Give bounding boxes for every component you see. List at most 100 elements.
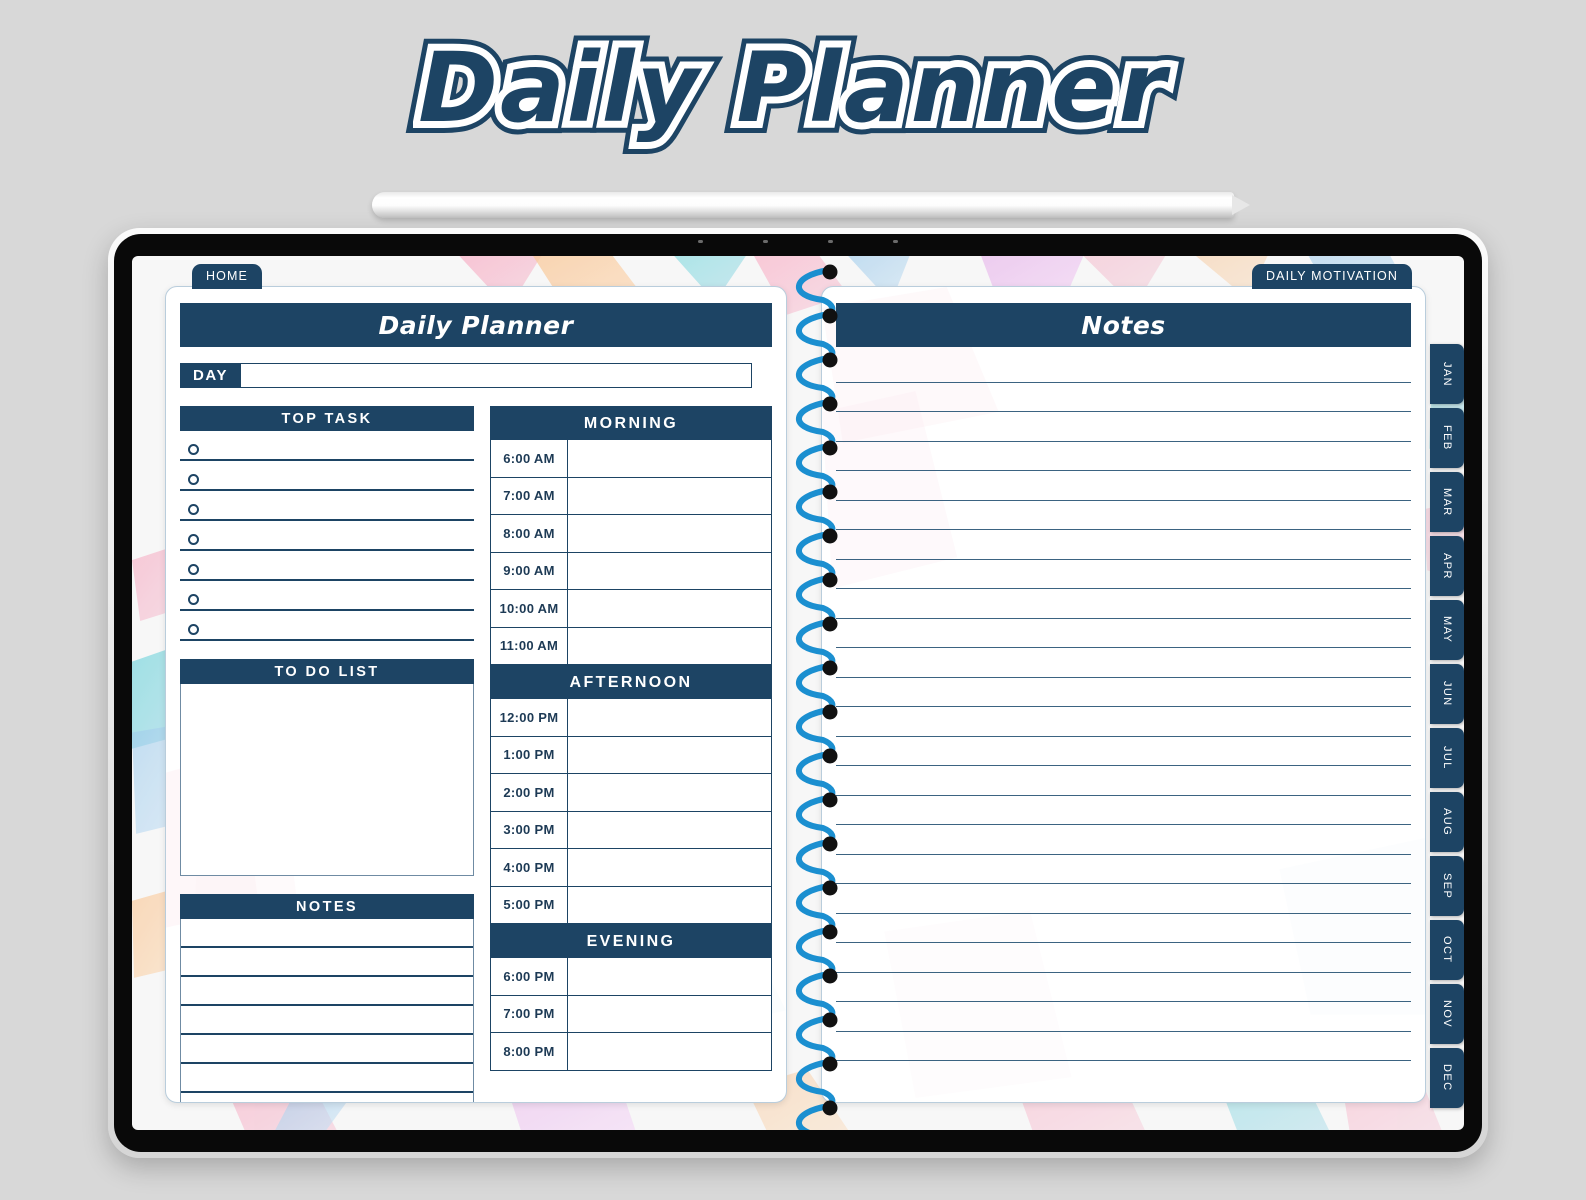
schedule-entry-field[interactable] <box>567 849 772 887</box>
notes-line[interactable] <box>836 855 1411 884</box>
notes-line[interactable] <box>836 442 1411 471</box>
notes-line[interactable] <box>836 707 1411 737</box>
notes-line[interactable] <box>836 973 1411 1002</box>
top-task-row[interactable] <box>180 581 474 611</box>
circle-bullet-icon[interactable] <box>188 444 199 455</box>
day-input[interactable] <box>241 363 752 388</box>
notes-line[interactable] <box>836 560 1411 589</box>
schedule-entry-field[interactable] <box>567 995 772 1033</box>
circle-bullet-icon[interactable] <box>188 504 199 515</box>
top-task-row[interactable] <box>180 431 474 461</box>
month-tab-aug[interactable]: AUG <box>1430 792 1464 852</box>
month-tab-mar[interactable]: MAR <box>1430 472 1464 532</box>
notes-line[interactable] <box>836 943 1411 973</box>
month-tab-jun[interactable]: JUN <box>1430 664 1464 724</box>
top-task-row[interactable] <box>180 491 474 521</box>
notes-line[interactable] <box>836 619 1411 648</box>
schedule-entry-field[interactable] <box>567 958 772 996</box>
circle-bullet-icon[interactable] <box>188 624 199 635</box>
schedule-row: 11:00 AM <box>489 627 772 665</box>
top-task-row[interactable] <box>180 521 474 551</box>
tablet-bezel: HOME DAILY MOTIVATION Daily Planner DAY <box>114 234 1482 1152</box>
month-tab-label: DEC <box>1441 1064 1453 1092</box>
tab-home[interactable]: HOME <box>192 264 262 289</box>
schedule-entry-field[interactable] <box>567 1033 772 1071</box>
todo-list-header: TO DO LIST <box>180 659 474 684</box>
month-tab-jan[interactable]: JAN <box>1430 344 1464 404</box>
month-tab-dec[interactable]: DEC <box>1430 1048 1464 1108</box>
month-tab-strip: JAN FEB MAR APR MAY JUN JUL AUG SEP OCT NOV DEC <box>1430 344 1464 1112</box>
left-page-title: Daily Planner <box>180 303 772 347</box>
schedule-row: 7:00 PM <box>489 995 772 1033</box>
schedule-entry-field[interactable] <box>567 811 772 849</box>
schedule-entry-field[interactable] <box>567 774 772 812</box>
notes-line[interactable] <box>836 678 1411 707</box>
notes-left-row[interactable] <box>181 1064 473 1093</box>
schedule-row: 6:00 AM <box>489 440 772 478</box>
notes-line[interactable] <box>836 884 1411 914</box>
circle-bullet-icon[interactable] <box>188 564 199 575</box>
notes-line[interactable] <box>836 914 1411 943</box>
month-tab-label: JAN <box>1441 361 1453 387</box>
top-task-row[interactable] <box>180 551 474 581</box>
circle-bullet-icon[interactable] <box>188 474 199 485</box>
schedule-entry-field[interactable] <box>567 886 772 924</box>
month-tab-jul[interactable]: JUL <box>1430 728 1464 788</box>
schedule-entry-field[interactable] <box>567 590 772 628</box>
schedule-entry-field[interactable] <box>567 552 772 590</box>
notes-line[interactable] <box>836 471 1411 501</box>
notes-ruled-lines[interactable] <box>836 353 1411 1061</box>
notes-line[interactable] <box>836 1032 1411 1061</box>
page-title: Daily Planner Daily Planner <box>0 20 1586 173</box>
schedule-row: 6:00 PM <box>489 958 772 996</box>
right-page: Notes <box>821 286 1426 1103</box>
notes-left-list <box>180 919 474 1102</box>
notes-line[interactable] <box>836 1002 1411 1032</box>
left-page: Daily Planner DAY TOP TASK TO DO LIST NO… <box>165 286 787 1103</box>
month-tab-label: SEP <box>1441 872 1453 900</box>
notes-left-row[interactable] <box>181 919 473 948</box>
tab-daily-motivation[interactable]: DAILY MOTIVATION <box>1252 264 1412 289</box>
schedule-entry-field[interactable] <box>567 477 772 515</box>
notes-left-row[interactable] <box>181 977 473 1006</box>
month-tab-label: JUL <box>1441 746 1453 770</box>
month-tab-apr[interactable]: APR <box>1430 536 1464 596</box>
schedule-entry-field[interactable] <box>567 736 772 774</box>
month-tab-label: MAY <box>1441 616 1453 644</box>
schedule-time-label: 11:00 AM <box>489 627 568 665</box>
schedule-row: 10:00 AM <box>489 590 772 628</box>
schedule-entry-field[interactable] <box>567 699 772 737</box>
top-task-row[interactable] <box>180 611 474 641</box>
notes-line[interactable] <box>836 501 1411 530</box>
notes-line[interactable] <box>836 589 1411 619</box>
notes-line[interactable] <box>836 353 1411 383</box>
schedule-row: 12:00 PM <box>489 699 772 737</box>
month-tab-sep[interactable]: SEP <box>1430 856 1464 916</box>
notes-line[interactable] <box>836 825 1411 855</box>
notes-left-row[interactable] <box>181 948 473 977</box>
notes-line[interactable] <box>836 412 1411 442</box>
notes-line[interactable] <box>836 766 1411 796</box>
notes-line[interactable] <box>836 530 1411 560</box>
notes-line[interactable] <box>836 648 1411 678</box>
notes-left-row[interactable] <box>181 1006 473 1035</box>
schedule-time-label: 4:00 PM <box>489 849 568 887</box>
month-tab-feb[interactable]: FEB <box>1430 408 1464 468</box>
month-tab-may[interactable]: MAY <box>1430 600 1464 660</box>
schedule-entry-field[interactable] <box>567 627 772 665</box>
notes-left-row[interactable] <box>181 1035 473 1064</box>
schedule-entry-field[interactable] <box>567 515 772 553</box>
circle-bullet-icon[interactable] <box>188 594 199 605</box>
schedule-time-label: 7:00 AM <box>489 477 568 515</box>
top-task-header: TOP TASK <box>180 406 474 431</box>
notes-line[interactable] <box>836 383 1411 412</box>
notes-line[interactable] <box>836 796 1411 825</box>
notes-left-row[interactable] <box>181 1093 473 1102</box>
month-tab-nov[interactable]: NOV <box>1430 984 1464 1044</box>
circle-bullet-icon[interactable] <box>188 534 199 545</box>
notes-line[interactable] <box>836 737 1411 766</box>
schedule-entry-field[interactable] <box>567 440 772 478</box>
todo-list-box[interactable] <box>180 684 474 876</box>
top-task-row[interactable] <box>180 461 474 491</box>
month-tab-oct[interactable]: OCT <box>1430 920 1464 980</box>
